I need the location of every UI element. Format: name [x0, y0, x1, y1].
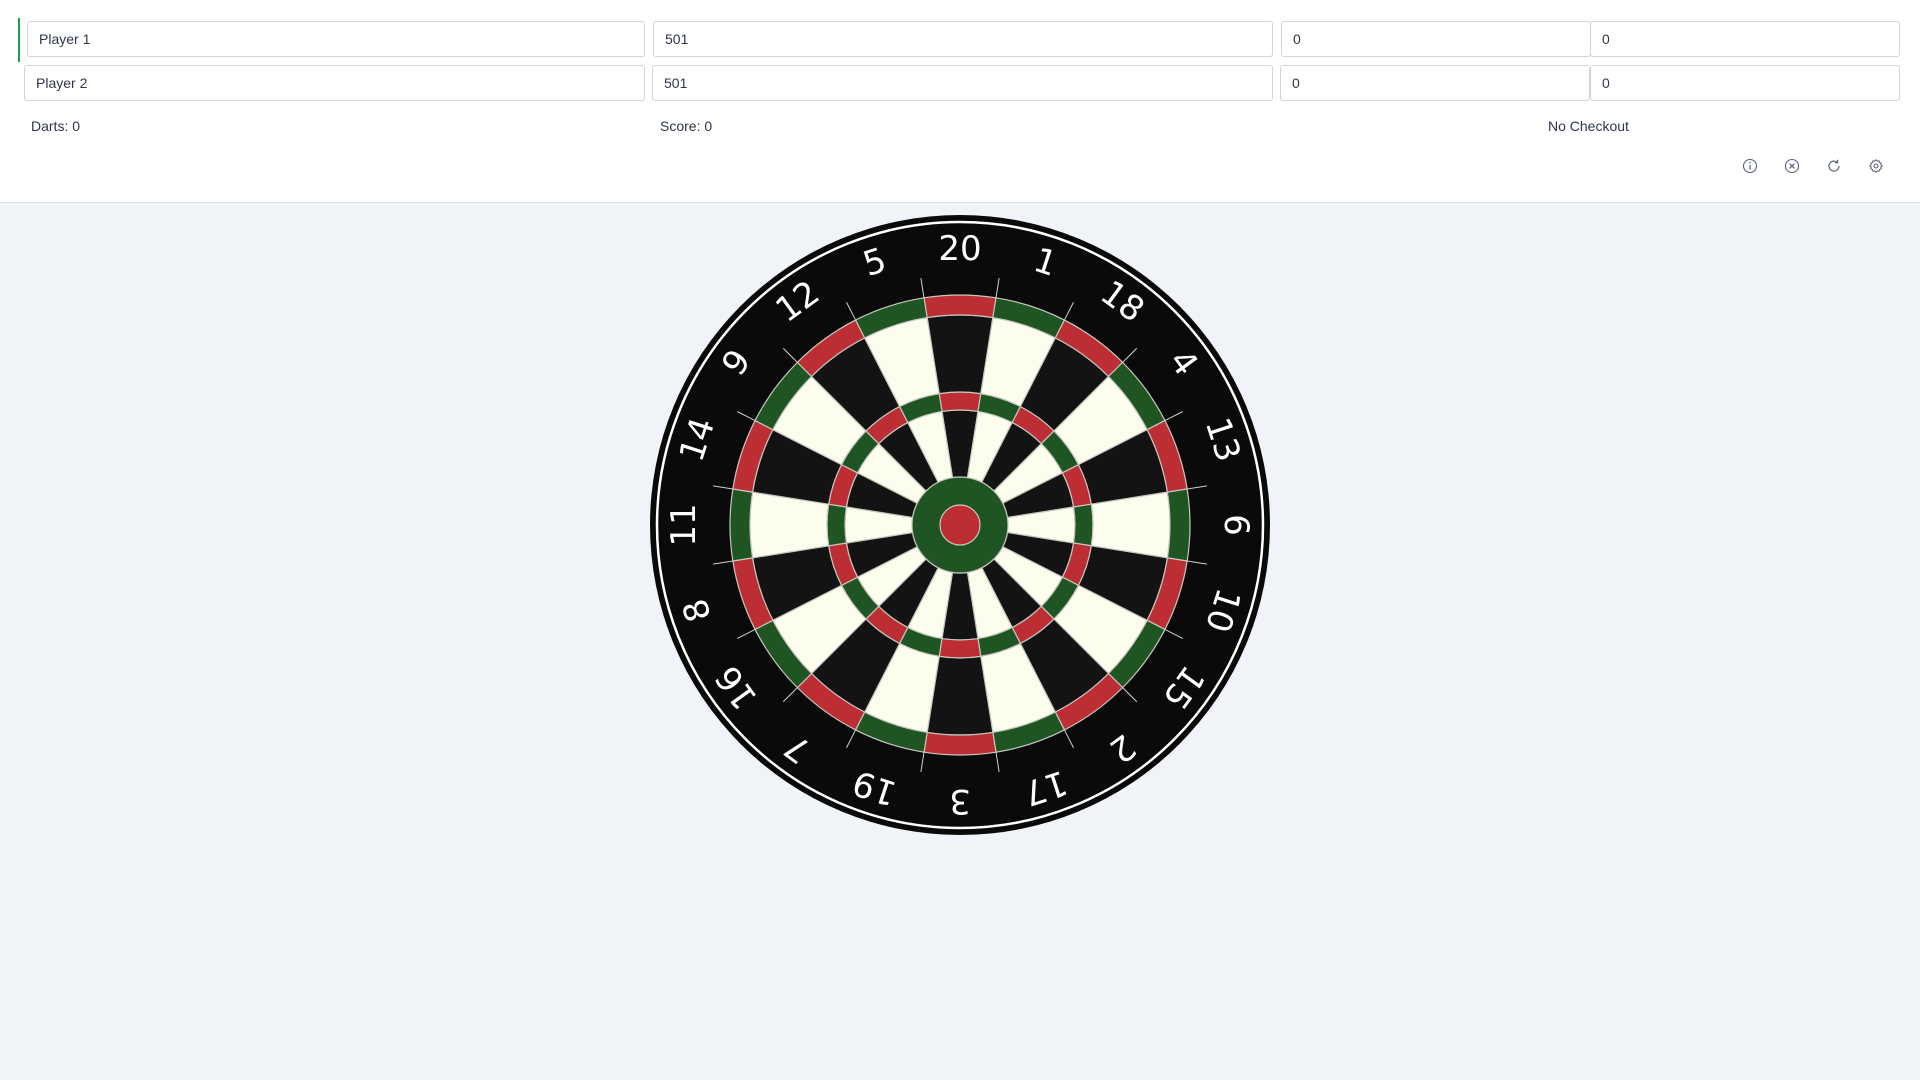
- gear-icon: [1869, 159, 1883, 173]
- bullseye[interactable]: [939, 504, 981, 546]
- player-1-name-field[interactable]: Player 1: [27, 21, 645, 57]
- board-number-20: 20: [938, 229, 981, 269]
- board-number-6: 6: [1216, 514, 1256, 536]
- player-2-score-field[interactable]: 501: [652, 65, 1273, 101]
- close-circle-icon: [1784, 158, 1800, 174]
- reset-button[interactable]: [1824, 156, 1844, 176]
- segment-double-3[interactable]: [923, 731, 997, 756]
- scoreboard-panel: Player 1 501 0 0 Player 2 501 0 0 Darts:…: [0, 0, 1920, 203]
- segment-double-20[interactable]: [923, 294, 997, 319]
- segment-triple-6[interactable]: [1072, 503, 1094, 547]
- board-number-11: 11: [664, 503, 704, 546]
- dartboard[interactable]: 20 1 18 4 13 6 10 15 2 17 3 19 7 16 8 11 14 9 12 5: [648, 213, 1272, 837]
- toolbar: [1740, 156, 1900, 176]
- clear-button[interactable]: [1782, 156, 1802, 176]
- player-2-sets-field[interactable]: 0: [1590, 65, 1900, 101]
- darts-count: Darts: 0: [31, 118, 81, 134]
- board-number-3: 3: [949, 781, 971, 821]
- player-2-name-field[interactable]: Player 2: [24, 65, 645, 101]
- dartboard-svg[interactable]: 20 11841361015217319716811149125: [648, 213, 1272, 837]
- active-player-indicator: [18, 18, 20, 62]
- segment-triple-20[interactable]: [938, 391, 982, 413]
- player-1-sets-field[interactable]: 0: [1590, 21, 1900, 57]
- player-1-legs-field[interactable]: 0: [1281, 21, 1591, 57]
- turn-score: Score: 0: [660, 118, 713, 134]
- segment-double-6[interactable]: [1166, 488, 1191, 562]
- segment-triple-3[interactable]: [938, 637, 982, 659]
- checkout-hint: No Checkout: [1548, 118, 1629, 134]
- info-icon: [1742, 158, 1758, 174]
- refresh-icon: [1828, 159, 1840, 172]
- segment-double-11[interactable]: [729, 488, 754, 562]
- info-button[interactable]: [1740, 156, 1760, 176]
- player-2-legs-field[interactable]: 0: [1280, 65, 1590, 101]
- player-1-score-field[interactable]: 501: [653, 21, 1273, 57]
- segment-triple-11[interactable]: [826, 503, 848, 547]
- settings-button[interactable]: [1866, 156, 1886, 176]
